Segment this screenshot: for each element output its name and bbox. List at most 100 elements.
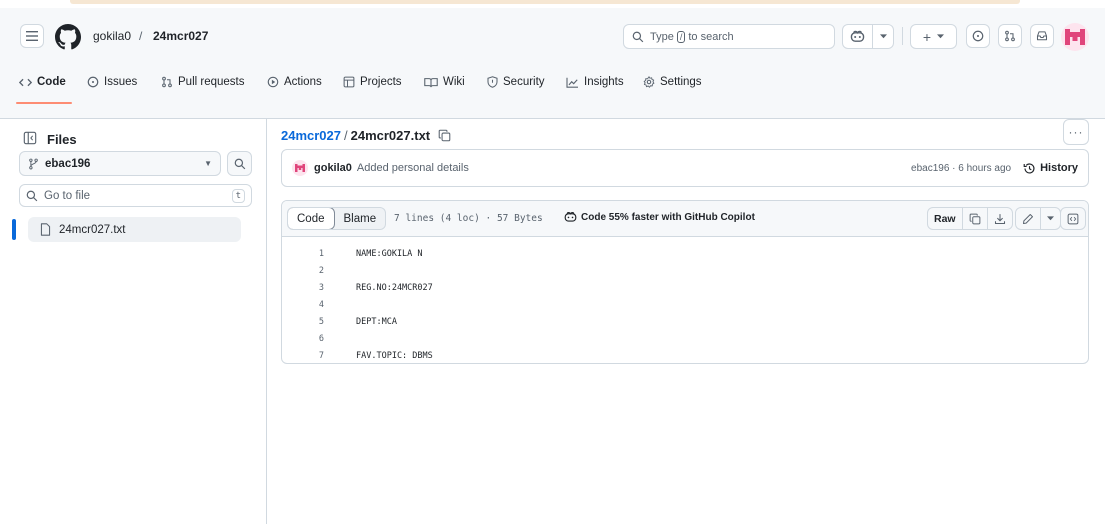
edit-dropdown-button[interactable] — [1041, 208, 1060, 229]
search-shortcut-key: / — [676, 30, 686, 43]
line-text: NAME:GOKILA N — [356, 248, 423, 259]
tab-label: Pull requests — [178, 76, 245, 88]
line-number[interactable]: 7 — [282, 351, 324, 361]
branch-selector[interactable]: ebac196 ▼ — [19, 151, 221, 176]
file-icon — [40, 223, 51, 236]
book-icon — [424, 77, 438, 88]
caret-down-icon: ▼ — [204, 159, 212, 168]
line-text: REG.NO:24MCR027 — [356, 282, 433, 293]
code-line: 2 — [282, 262, 1088, 279]
commit-author[interactable]: gokila0 — [314, 162, 352, 174]
line-number[interactable]: 3 — [282, 283, 324, 293]
tab-issues[interactable]: Issues — [87, 69, 137, 95]
copy-path-icon[interactable] — [438, 129, 451, 142]
tab-label: Actions — [284, 76, 322, 88]
edit-file-button[interactable] — [1016, 208, 1041, 229]
kebab-horizontal-icon: ··· — [1068, 125, 1084, 139]
file-contents-box: Code Blame 7 lines (4 loc) · 57 Bytes Co… — [281, 200, 1089, 364]
chevron-down-icon — [937, 34, 945, 39]
edit-actions-group — [1015, 207, 1061, 230]
repo-header: gokila0 / 24mcr027 Type / to search + Co… — [0, 8, 1105, 119]
code-line: 7 FAV.TOPIC: DBMS — [282, 347, 1088, 363]
graph-icon — [566, 77, 579, 88]
issues-button[interactable] — [966, 24, 990, 48]
github-logo-icon[interactable] — [55, 24, 81, 50]
branch-name: ebac196 — [45, 157, 91, 170]
pull-requests-button[interactable] — [998, 24, 1022, 48]
file-search-button[interactable] — [227, 151, 252, 176]
copilot-icon — [850, 30, 865, 42]
tab-label: Settings — [660, 76, 702, 88]
menu-button[interactable] — [20, 24, 44, 48]
search-icon — [26, 190, 38, 201]
user-avatar[interactable] — [1061, 23, 1089, 51]
code-square-icon — [1067, 213, 1079, 224]
copy-icon — [969, 213, 980, 224]
line-number[interactable]: 2 — [282, 266, 324, 276]
symbols-panel-group — [1060, 207, 1086, 230]
file-info: 7 lines (4 loc) · 57 Bytes — [394, 213, 543, 224]
branch-icon — [29, 158, 38, 169]
tab-security[interactable]: Security — [487, 69, 545, 95]
symbols-panel-button[interactable] — [1061, 208, 1085, 229]
owner-link[interactable]: gokila0 — [93, 29, 131, 43]
gear-icon — [643, 76, 655, 88]
code-view-tab[interactable]: Code — [288, 208, 335, 229]
avatar-identicon-icon — [1065, 29, 1085, 45]
view-mode-toggle: Code Blame — [287, 207, 387, 230]
commit-message[interactable]: Added personal details — [357, 162, 469, 174]
file-actions-group: Raw — [927, 207, 1013, 230]
latest-commit-bar: gokila0 Added personal details ebac196 ·… — [281, 149, 1089, 187]
repo-tabs: Code Issues Pull requests Actions Projec… — [0, 69, 1105, 95]
file-tree-item[interactable]: 24mcr027.txt — [28, 217, 241, 242]
commit-meta[interactable]: ebac196 · 6 hours ago — [911, 163, 1011, 174]
copilot-button[interactable] — [842, 24, 894, 49]
breadcrumb-separator: / — [344, 127, 348, 143]
repo-link[interactable]: 24mcr027 — [153, 29, 208, 43]
play-icon — [267, 76, 279, 88]
sidebar-title: Files — [47, 132, 77, 147]
top-banner-strip — [0, 0, 1105, 8]
tab-label: Security — [503, 76, 545, 88]
tab-code[interactable]: Code — [19, 69, 66, 95]
line-number[interactable]: 5 — [282, 317, 324, 327]
shield-icon — [487, 76, 498, 88]
tab-settings[interactable]: Settings — [643, 69, 702, 95]
sidebar-header: Files — [23, 131, 77, 148]
code-line: 4 — [282, 296, 1088, 313]
copilot-promo-link[interactable]: Code 55% faster with GitHub Copilot — [564, 211, 755, 223]
breadcrumb-repo-link[interactable]: 24mcr027 — [281, 128, 341, 143]
line-text: DEPT:MCA — [356, 316, 397, 327]
tab-pull-requests[interactable]: Pull requests — [161, 69, 244, 95]
more-options-button[interactable]: ··· — [1063, 119, 1089, 145]
tab-label: Code — [37, 76, 66, 88]
blame-view-tab[interactable]: Blame — [335, 208, 386, 229]
tab-actions[interactable]: Actions — [267, 69, 322, 95]
search-prefix: Type — [650, 30, 674, 43]
search-input[interactable]: Type / to search — [623, 24, 835, 49]
active-tab-indicator — [16, 102, 72, 104]
history-button[interactable]: History — [1023, 162, 1078, 175]
chevron-down-icon — [879, 34, 887, 39]
tab-projects[interactable]: Projects — [343, 69, 402, 95]
tab-insights[interactable]: Insights — [566, 69, 624, 95]
download-button[interactable] — [988, 208, 1012, 229]
go-to-file-shortcut: t — [231, 188, 245, 203]
file-toolbar: Code Blame 7 lines (4 loc) · 57 Bytes Co… — [282, 201, 1088, 237]
go-to-file-input[interactable]: Go to file t — [19, 184, 252, 207]
breadcrumb-filename: 24mcr027.txt — [350, 127, 431, 143]
line-number[interactable]: 6 — [282, 334, 324, 344]
line-number[interactable]: 1 — [282, 249, 324, 259]
chevron-down-icon — [1047, 216, 1054, 221]
selected-file-marker — [12, 219, 16, 240]
raw-button[interactable]: Raw — [928, 208, 963, 229]
copy-raw-button[interactable] — [963, 208, 988, 229]
line-number[interactable]: 4 — [282, 300, 324, 310]
go-to-file-placeholder: Go to file — [44, 189, 91, 202]
create-new-button[interactable]: + — [910, 24, 957, 49]
inbox-button[interactable] — [1030, 24, 1054, 48]
sidebar-collapse-icon[interactable] — [23, 131, 37, 148]
pull-request-icon — [161, 76, 173, 88]
commit-author-avatar[interactable] — [292, 160, 308, 176]
tab-wiki[interactable]: Wiki — [424, 69, 465, 95]
